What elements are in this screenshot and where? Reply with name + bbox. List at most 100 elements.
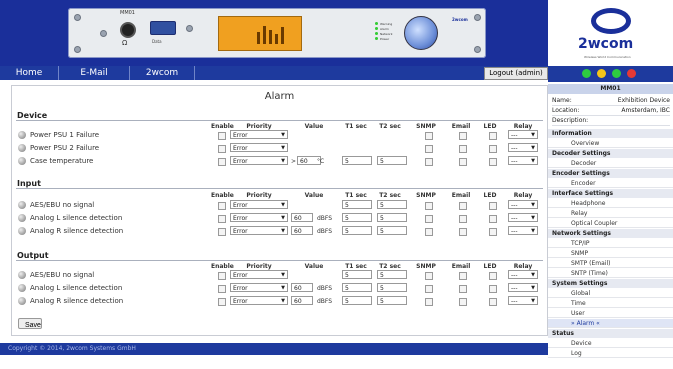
relay-select[interactable]: --- ▼ bbox=[508, 156, 538, 165]
sidebar-item-global[interactable]: Global bbox=[548, 289, 673, 298]
chevron-down-icon: ▼ bbox=[531, 272, 535, 278]
priority-select[interactable]: Error ▼ bbox=[230, 213, 288, 222]
t1-input[interactable]: 5 bbox=[342, 283, 372, 292]
threshold-input[interactable]: 60 bbox=[291, 283, 313, 292]
alert-icon[interactable] bbox=[627, 69, 636, 78]
logout-button[interactable]: Logout (admin) bbox=[484, 67, 548, 80]
snmp-checkbox[interactable] bbox=[425, 298, 433, 306]
enable-checkbox[interactable] bbox=[218, 145, 226, 153]
sidebar-item-snmp[interactable]: SNMP bbox=[548, 249, 673, 258]
t1-input[interactable]: 5 bbox=[342, 200, 372, 209]
nav-email[interactable]: E-Mail bbox=[59, 66, 130, 80]
snmp-checkbox[interactable] bbox=[425, 202, 433, 210]
enable-checkbox[interactable] bbox=[218, 272, 226, 280]
snmp-checkbox[interactable] bbox=[425, 285, 433, 293]
email-checkbox[interactable] bbox=[459, 158, 467, 166]
email-checkbox[interactable] bbox=[459, 145, 467, 153]
led-checkbox[interactable] bbox=[489, 272, 497, 280]
nav-2wcom[interactable]: 2wcom bbox=[130, 66, 195, 80]
email-checkbox[interactable] bbox=[459, 298, 467, 306]
priority-select[interactable]: Error ▼ bbox=[230, 130, 288, 139]
email-checkbox[interactable] bbox=[459, 132, 467, 140]
email-checkbox[interactable] bbox=[459, 285, 467, 293]
sidebar-item-user[interactable]: User bbox=[548, 309, 673, 318]
email-checkbox[interactable] bbox=[459, 272, 467, 280]
relay-value: --- bbox=[511, 202, 518, 209]
sidebar-item-sntp-time[interactable]: SNTP (Time) bbox=[548, 269, 673, 278]
priority-select[interactable]: Error ▼ bbox=[230, 296, 288, 305]
relay-select[interactable]: --- ▼ bbox=[508, 130, 538, 139]
sidebar-item-relay[interactable]: Relay bbox=[548, 209, 673, 218]
led-checkbox[interactable] bbox=[489, 132, 497, 140]
relay-select[interactable]: --- ▼ bbox=[508, 213, 538, 222]
enable-checkbox[interactable] bbox=[218, 298, 226, 306]
sidebar-item-device[interactable]: Device bbox=[548, 339, 673, 348]
email-checkbox[interactable] bbox=[459, 228, 467, 236]
snmp-checkbox[interactable] bbox=[425, 145, 433, 153]
t1-input[interactable]: 5 bbox=[342, 270, 372, 279]
priority-select[interactable]: Error ▼ bbox=[230, 200, 288, 209]
enable-checkbox[interactable] bbox=[218, 215, 226, 223]
relay-select[interactable]: --- ▼ bbox=[508, 226, 538, 235]
plus-icon[interactable] bbox=[612, 69, 621, 78]
relay-select[interactable]: --- ▼ bbox=[508, 283, 538, 292]
threshold-input[interactable]: 60 bbox=[291, 296, 313, 305]
led-checkbox[interactable] bbox=[489, 158, 497, 166]
sidebar-item-headphone[interactable]: Headphone bbox=[548, 199, 673, 208]
snmp-checkbox[interactable] bbox=[425, 132, 433, 140]
t1-input[interactable]: 5 bbox=[342, 156, 372, 165]
t2-input[interactable]: 5 bbox=[377, 283, 407, 292]
t2-input[interactable]: 5 bbox=[377, 200, 407, 209]
relay-select[interactable]: --- ▼ bbox=[508, 270, 538, 279]
t2-input[interactable]: 5 bbox=[377, 296, 407, 305]
sidebar-item-alarm[interactable]: » Alarm « bbox=[548, 319, 673, 328]
snmp-checkbox[interactable] bbox=[425, 158, 433, 166]
led-checkbox[interactable] bbox=[489, 215, 497, 223]
t1-input[interactable]: 5 bbox=[342, 226, 372, 235]
enable-checkbox[interactable] bbox=[218, 202, 226, 210]
led-checkbox[interactable] bbox=[489, 202, 497, 210]
sidebar-item-decoder[interactable]: Decoder bbox=[548, 159, 673, 168]
led-checkbox[interactable] bbox=[489, 285, 497, 293]
info-icon[interactable] bbox=[597, 69, 606, 78]
save-button[interactable]: Save bbox=[18, 318, 42, 329]
snmp-checkbox[interactable] bbox=[425, 272, 433, 280]
led-checkbox[interactable] bbox=[489, 298, 497, 306]
t1-input[interactable]: 5 bbox=[342, 296, 372, 305]
enable-checkbox[interactable] bbox=[218, 132, 226, 140]
sidebar-item-time[interactable]: Time bbox=[548, 299, 673, 308]
power-icon[interactable] bbox=[582, 69, 591, 78]
priority-select[interactable]: Error ▼ bbox=[230, 143, 288, 152]
priority-select[interactable]: Error ▼ bbox=[230, 226, 288, 235]
nav-home[interactable]: Home bbox=[0, 66, 59, 80]
threshold-input[interactable]: 60 bbox=[291, 226, 313, 235]
column-header-t2: T2 sec bbox=[379, 192, 401, 199]
enable-checkbox[interactable] bbox=[218, 228, 226, 236]
sidebar-item-tcp-ip[interactable]: TCP/IP bbox=[548, 239, 673, 248]
led-checkbox[interactable] bbox=[489, 145, 497, 153]
priority-select[interactable]: Error ▼ bbox=[230, 270, 288, 279]
enable-checkbox[interactable] bbox=[218, 158, 226, 166]
t2-input[interactable]: 5 bbox=[377, 156, 407, 165]
snmp-checkbox[interactable] bbox=[425, 215, 433, 223]
priority-select[interactable]: Error ▼ bbox=[230, 283, 288, 292]
sidebar-item-smtp-email[interactable]: SMTP (Email) bbox=[548, 259, 673, 268]
email-checkbox[interactable] bbox=[459, 202, 467, 210]
priority-select[interactable]: Error ▼ bbox=[230, 156, 288, 165]
relay-select[interactable]: --- ▼ bbox=[508, 143, 538, 152]
threshold-input[interactable]: 60 bbox=[291, 213, 313, 222]
sidebar-item-log[interactable]: Log bbox=[548, 349, 673, 358]
relay-select[interactable]: --- ▼ bbox=[508, 200, 538, 209]
t2-input[interactable]: 5 bbox=[377, 213, 407, 222]
t1-input[interactable]: 5 bbox=[342, 213, 372, 222]
sidebar-item-optical-coupler[interactable]: Optical Coupler bbox=[548, 219, 673, 228]
email-checkbox[interactable] bbox=[459, 215, 467, 223]
sidebar-item-encoder[interactable]: Encoder bbox=[548, 179, 673, 188]
relay-select[interactable]: --- ▼ bbox=[508, 296, 538, 305]
enable-checkbox[interactable] bbox=[218, 285, 226, 293]
t2-input[interactable]: 5 bbox=[377, 270, 407, 279]
snmp-checkbox[interactable] bbox=[425, 228, 433, 236]
led-checkbox[interactable] bbox=[489, 228, 497, 236]
sidebar-item-overview[interactable]: Overview bbox=[548, 139, 673, 148]
t2-input[interactable]: 5 bbox=[377, 226, 407, 235]
